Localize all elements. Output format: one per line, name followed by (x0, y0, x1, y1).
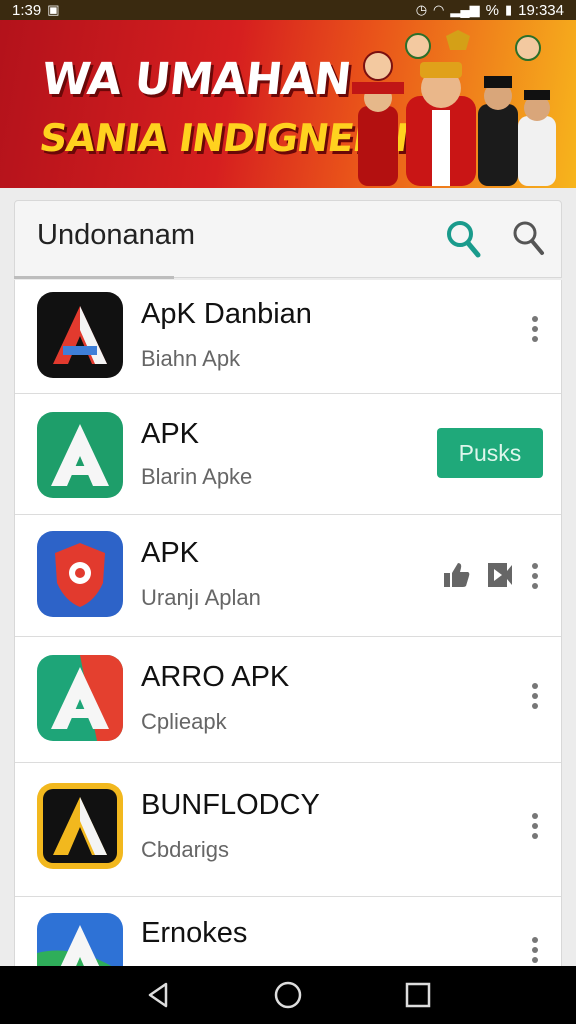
more-vert-icon[interactable] (527, 561, 543, 591)
recents-icon[interactable] (403, 980, 433, 1010)
clock-left: 1:39 (12, 1, 42, 19)
shield-target-icon (37, 531, 123, 617)
battery-icon: ▮ (504, 2, 513, 17)
banner-people-illustration (352, 30, 556, 186)
install-button[interactable]: Pusks (437, 428, 543, 478)
search-bar[interactable]: Undonanam (14, 200, 562, 278)
promo-banner[interactable]: WA UMAHAN SANIA INDIGNEIAI (0, 20, 576, 188)
app-name: BUNFLODCY (141, 789, 320, 821)
app-subtitle: Cbdarigs (141, 837, 230, 862)
list-item[interactable]: APK Uranjı Aplan (15, 515, 561, 637)
app-name: APK (141, 537, 200, 569)
image-notification-icon: ▣ (47, 2, 60, 17)
home-icon[interactable] (273, 980, 303, 1010)
more-vert-icon[interactable] (527, 314, 543, 344)
app-name: Ernokes (141, 917, 248, 949)
alarm-icon: ◷ (415, 2, 428, 17)
wifi-icon: ◠ (433, 2, 445, 17)
list-item[interactable]: ARRO APK Cplieapk (15, 637, 561, 763)
thumbs-up-icon[interactable] (441, 559, 471, 589)
banner-headline: WA UMAHAN (39, 54, 353, 105)
app-name: APK (141, 418, 200, 450)
app-list[interactable]: ApK Danbian Biahn Apk APK Blarin Apke Pu… (14, 280, 562, 966)
list-item[interactable]: APK Blarin Apke Pusks (15, 394, 561, 515)
clock-right: 19:334 (518, 1, 564, 19)
search-query-text[interactable]: Undonanam (37, 219, 195, 252)
app-subtitle: Biahn Apk (141, 346, 241, 371)
status-bar: 1:39 ▣ ◷ ◠ ▂▄▆ % ▮ 19:334 (0, 0, 576, 20)
apk-a-green-icon (37, 412, 123, 498)
battery-percent: % (485, 1, 499, 19)
apk-a-teal-icon (37, 655, 123, 741)
search-underline (14, 276, 174, 279)
apk-a-yellow-icon (37, 783, 123, 869)
list-item[interactable]: Ernokes (15, 897, 561, 966)
list-item[interactable]: BUNFLODCY Cbdarigs (15, 763, 561, 897)
apk-a-black-icon (37, 292, 123, 378)
search-icon-secondary[interactable] (511, 219, 545, 257)
app-subtitle: Uranjı Aplan (141, 585, 261, 610)
share-icon[interactable] (485, 559, 515, 589)
app-name: ApK Danbian (141, 298, 312, 330)
back-icon[interactable] (144, 980, 174, 1010)
more-vert-icon[interactable] (527, 681, 543, 711)
app-subtitle: Cplieapk (141, 709, 227, 734)
more-vert-icon[interactable] (527, 811, 543, 841)
app-subtitle: Blarin Apke (141, 464, 253, 489)
search-icon[interactable] (445, 219, 481, 259)
app-name: ARRO APK (141, 661, 290, 693)
system-nav-bar (0, 966, 576, 1024)
signal-icon: ▂▄▆ (450, 2, 480, 17)
more-vert-icon[interactable] (527, 935, 543, 965)
list-item[interactable]: ApK Danbian Biahn Apk (15, 280, 561, 394)
apk-a-blue-icon (37, 913, 123, 966)
